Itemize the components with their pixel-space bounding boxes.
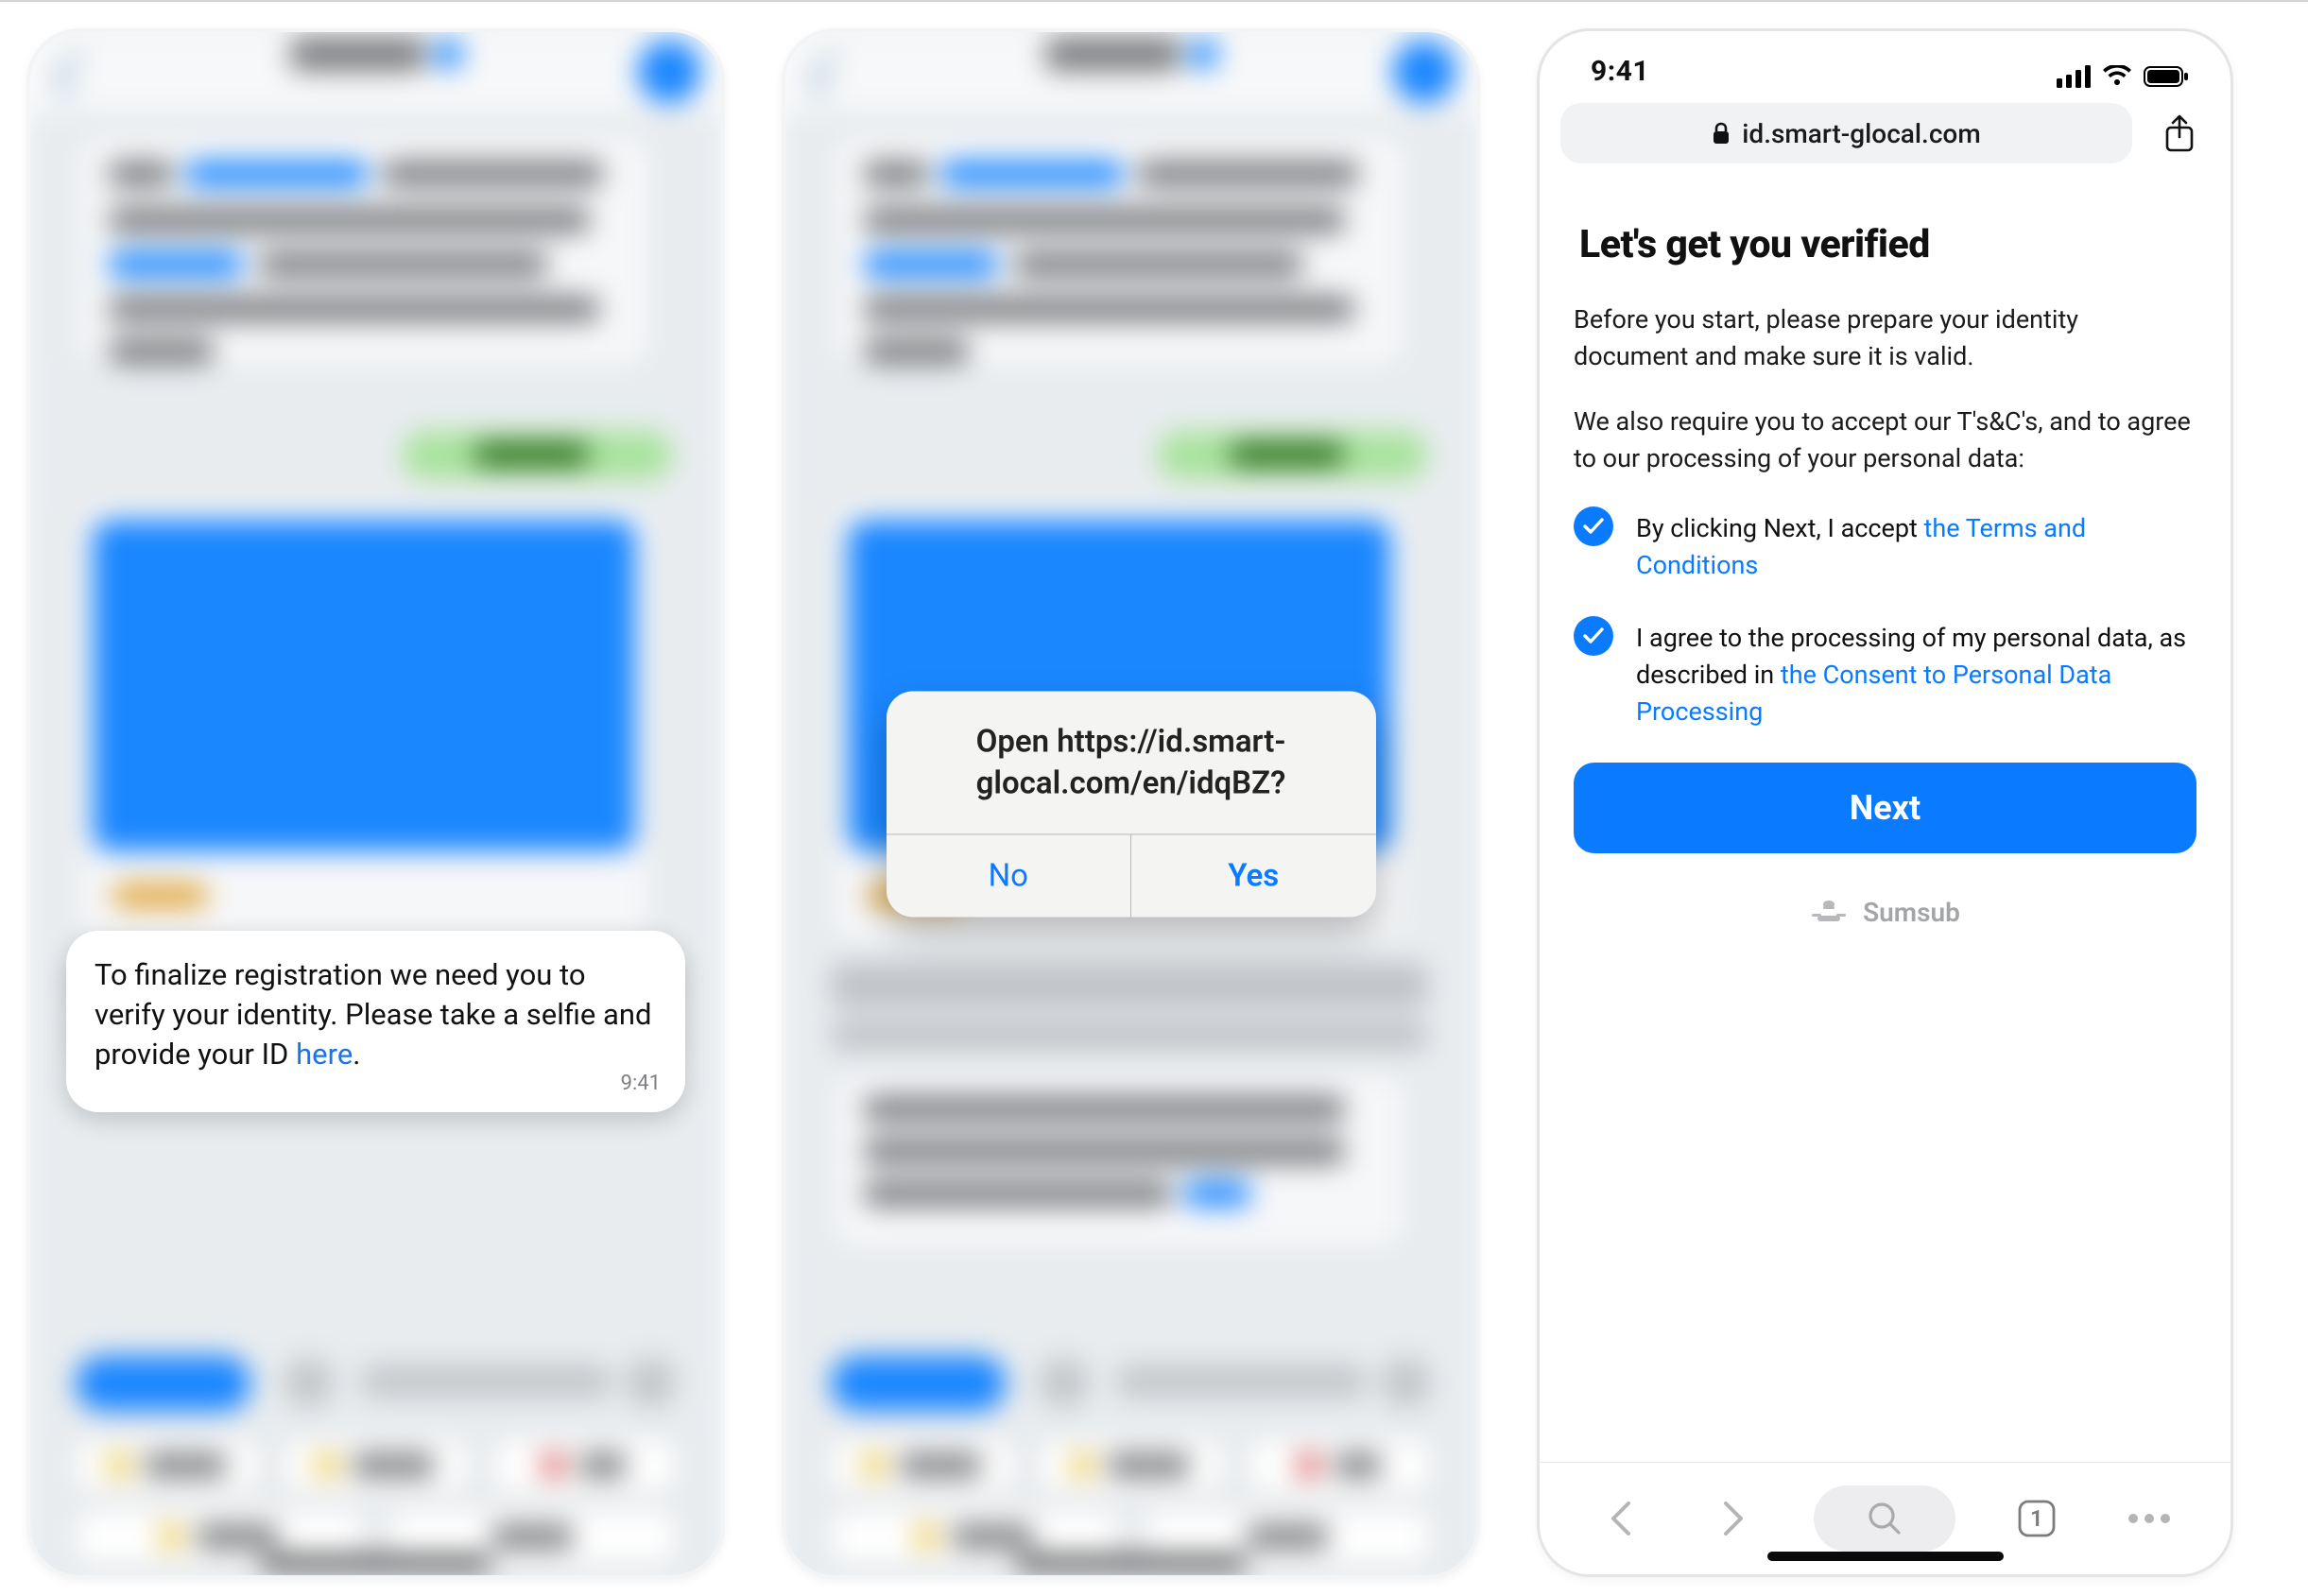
phone-screenshot-1: To finalize registration we need you to … [26, 28, 725, 1579]
checkmark-icon [1574, 616, 1613, 656]
safari-back-button[interactable] [1589, 1491, 1653, 1546]
safari-menu-button[interactable] [2117, 1491, 2181, 1546]
alert-no-button[interactable]: No [887, 834, 1131, 917]
sumsub-label: Sumsub [1863, 897, 1960, 928]
url-host: id.smart-glocal.com [1742, 118, 1980, 149]
ios-open-url-alert: Open https://id.smart-glocal.com/en/idqB… [887, 691, 1376, 917]
page-heading: Let's get you verified [1579, 222, 2196, 267]
lock-icon [1712, 122, 1731, 145]
consent-terms-row[interactable]: By clicking Next, I accept the Terms and… [1574, 506, 2196, 584]
safari-url-pill[interactable]: id.smart-glocal.com [1560, 103, 2132, 163]
blurred-chat-background [26, 28, 725, 1579]
search-icon [1867, 1501, 1903, 1536]
intro-paragraph-2: We also require you to accept our T's&C'… [1574, 403, 2196, 477]
share-icon [2162, 114, 2196, 152]
bubble-link-here[interactable]: here [296, 1037, 353, 1072]
share-button[interactable] [2149, 103, 2210, 163]
battery-icon [2144, 65, 2189, 88]
intro-paragraph-1: Before you start, please prepare your id… [1574, 301, 2196, 375]
chevron-left-icon [1608, 1500, 1634, 1537]
safari-forward-button[interactable] [1701, 1491, 1765, 1546]
signal-icon [2057, 65, 2091, 88]
consent-data-row[interactable]: I agree to the processing of my personal… [1574, 616, 2196, 730]
safari-url-bar-row: id.smart-glocal.com [1540, 90, 2230, 180]
consent-terms-text: By clicking Next, I accept [1636, 513, 1924, 543]
status-time: 9:41 [1591, 55, 1649, 88]
tab-count: 1 [2030, 1505, 2043, 1532]
ellipsis-icon [2127, 1512, 2172, 1525]
next-button[interactable]: Next [1574, 763, 2196, 853]
alert-title: Open https://id.smart-glocal.com/en/idqB… [887, 691, 1376, 833]
phone-screenshot-2: Open https://id.smart-glocal.com/en/idqB… [782, 28, 1480, 1579]
sumsub-footer: Sumsub [1574, 897, 2196, 928]
phone-screenshot-3: 9:41 id.smart-glocal.com Let's get you v… [1537, 28, 2233, 1577]
wifi-icon [2102, 65, 2132, 88]
ios-status-bar: 9:41 [1540, 31, 2230, 90]
bubble-text: To finalize registration we need you to … [95, 957, 652, 1072]
bubble-suffix: . [353, 1037, 360, 1072]
sumsub-logo-icon [1810, 899, 1848, 927]
bubble-time: 9:41 [621, 1072, 661, 1095]
safari-search-button[interactable] [1814, 1485, 1955, 1552]
home-indicator [1767, 1552, 2004, 1561]
safari-tabs-button[interactable]: 1 [2005, 1491, 2069, 1546]
crisp-chat-bubble: To finalize registration we need you to … [66, 931, 685, 1112]
alert-yes-button[interactable]: Yes [1130, 834, 1376, 917]
verification-page: Let's get you verified Before you start,… [1540, 180, 2230, 928]
checkmark-icon [1574, 506, 1613, 546]
chevron-right-icon [1720, 1500, 1747, 1537]
